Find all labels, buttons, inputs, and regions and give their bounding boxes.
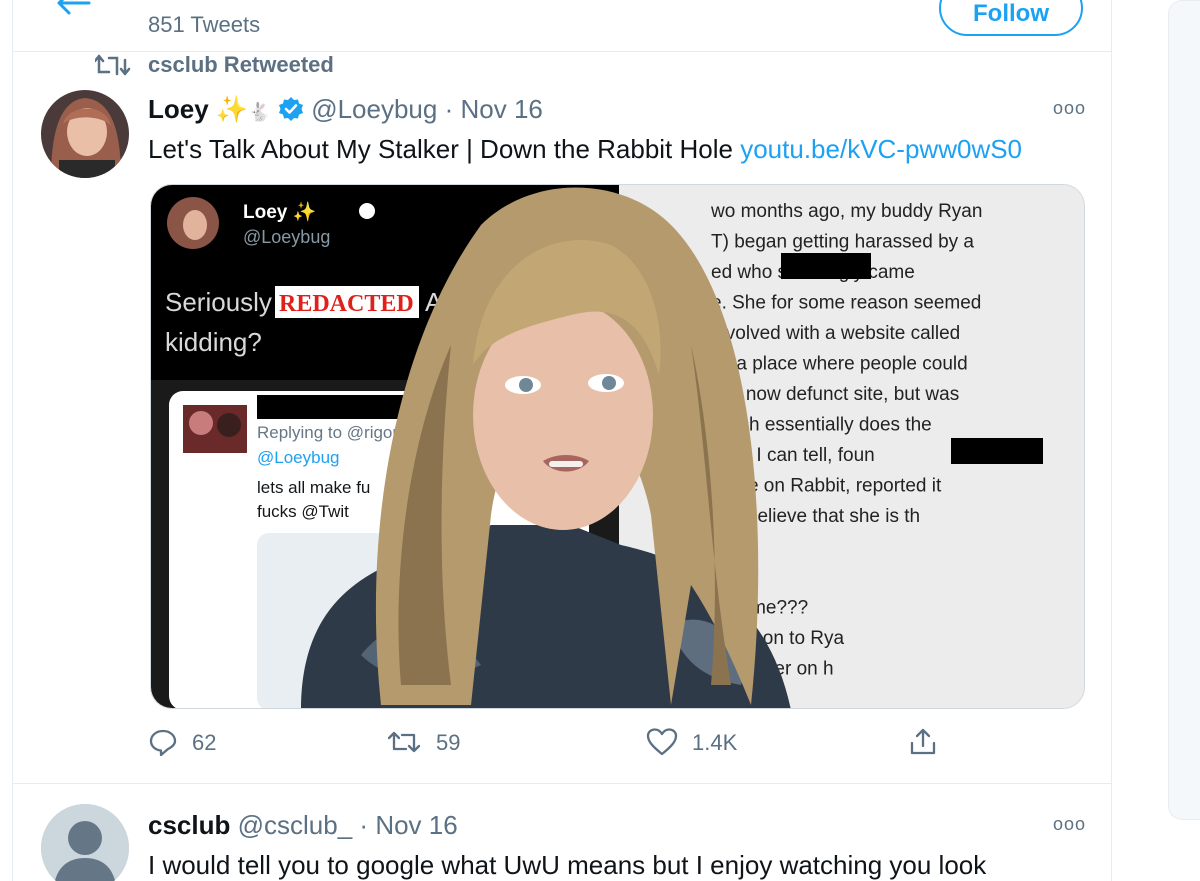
tweet-text: I would tell you to google what UwU mean… xyxy=(148,850,987,880)
avatar[interactable] xyxy=(41,90,129,178)
redacted-label: REDACTED xyxy=(279,291,414,317)
document-line: wo months ago, my buddy Ryan xyxy=(710,201,982,222)
share-icon xyxy=(910,728,936,755)
embedded-display-name: Loey ✨ xyxy=(243,201,316,223)
handle[interactable]: @Loeybug xyxy=(311,94,437,124)
trends-panel xyxy=(1168,0,1200,820)
tweet-body: Let's Talk About My Stalker | Down the R… xyxy=(148,134,733,164)
embedded-text-1: Seriously xyxy=(165,287,272,317)
sparkle-emoji: ✨ xyxy=(215,94,249,124)
tweet-date[interactable]: Nov 16 xyxy=(460,94,542,124)
retweet-action-icon xyxy=(387,731,421,753)
embedded-text-3: kidding? xyxy=(165,327,262,357)
like-action[interactable]: 1.4K xyxy=(646,727,737,767)
reply-line-1: lets all make fu xyxy=(257,478,370,497)
document-line: as a place where people could xyxy=(711,354,968,375)
reply-icon xyxy=(149,729,177,757)
document-line: e. She for some reason seemed xyxy=(711,293,981,314)
verified-badge-icon xyxy=(278,97,303,121)
retweet-icon xyxy=(95,54,131,76)
retweet-context[interactable]: csclub Retweeted xyxy=(148,52,334,78)
tweet[interactable]: csclub Retweeted Loey ✨🐇 @Loeybug · Nov … xyxy=(13,52,1111,784)
heart-icon xyxy=(646,728,678,756)
document-line: T) began getting harassed by a xyxy=(711,232,974,253)
tweet-author-row: csclub @csclub_ · Nov 16 xyxy=(148,810,458,841)
tweet-text: Let's Talk About My Stalker | Down the R… xyxy=(148,134,1022,165)
rabbit-emoji: 🐇 xyxy=(248,102,271,122)
back-arrow-icon[interactable] xyxy=(53,0,93,18)
document-line: involved with a website called xyxy=(711,323,960,344)
tweet-link[interactable]: youtu.be/kVC-pww0wS0 xyxy=(740,134,1022,164)
reply-line-2: fucks @Twit xyxy=(257,502,349,521)
tweet-actions: 62 59 1.4K xyxy=(148,727,948,767)
document-line: is a now defunct site, but was xyxy=(711,384,959,405)
embedded-handle: @Loeybug xyxy=(243,227,330,247)
handle[interactable]: @csclub_ xyxy=(238,810,353,840)
tweet-count: 851 Tweets xyxy=(148,12,261,37)
right-sidebar xyxy=(1168,0,1200,881)
profile-header: 851 Tweets Follow xyxy=(13,0,1111,52)
display-name[interactable]: Loey xyxy=(148,94,209,124)
retweet-count: 59 xyxy=(436,730,461,755)
tweet-date[interactable]: Nov 16 xyxy=(375,810,457,840)
retweet-action[interactable]: 59 xyxy=(386,727,460,767)
timeline-column: 851 Tweets Follow csclub Retweeted Loey … xyxy=(12,0,1112,881)
default-avatar[interactable] xyxy=(41,804,129,881)
tweet[interactable]: csclub @csclub_ · Nov 16 ooo I would tel… xyxy=(13,784,1111,881)
more-options-icon[interactable]: ooo xyxy=(1053,814,1086,835)
like-count: 1.4K xyxy=(692,730,738,755)
more-options-icon[interactable]: ooo xyxy=(1053,98,1086,119)
video-thumbnail[interactable]: Loey ✨ @Loeybug Seriously REDACTED Are y… xyxy=(150,184,1085,709)
tweet-author-row: Loey ✨🐇 @Loeybug · Nov 16 xyxy=(148,94,543,125)
reply-count: 62 xyxy=(192,730,217,755)
share-action[interactable] xyxy=(908,727,938,767)
thumbnail-image: Loey ✨ @Loeybug Seriously REDACTED Are y… xyxy=(151,185,1084,708)
reply-handle: @Loeybug xyxy=(257,448,340,467)
reply-action[interactable]: 62 xyxy=(148,727,216,767)
separator-dot: · xyxy=(359,810,369,840)
follow-button[interactable]: Follow xyxy=(939,0,1083,36)
separator-dot: · xyxy=(444,94,454,124)
display-name[interactable]: csclub xyxy=(148,810,230,840)
